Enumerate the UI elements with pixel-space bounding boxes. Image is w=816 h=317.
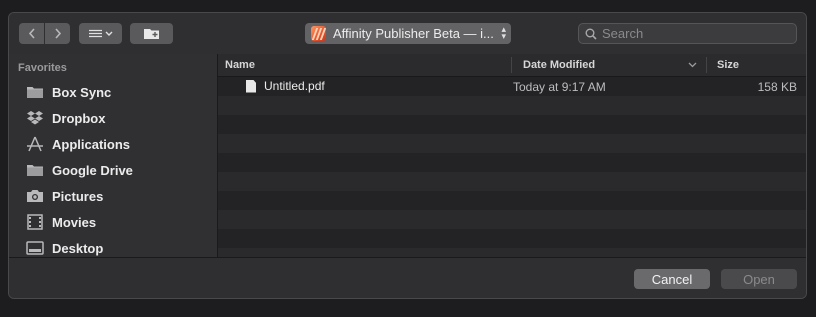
list-view-icon	[88, 29, 112, 37]
toolbar: Affinity Publisher Beta — i... ▴ ▾	[9, 13, 806, 54]
empty-row	[218, 153, 806, 172]
column-header-size[interactable]: Size	[717, 59, 739, 71]
sidebar-item-box-sync[interactable]: Box Sync	[25, 80, 111, 104]
sidebar-item-label: Applications	[52, 136, 131, 152]
folder-icon	[25, 84, 45, 100]
applications-icon	[25, 136, 45, 152]
sidebar-section-favorites: Favorites	[18, 62, 67, 74]
sidebar-item-label: Dropbox	[52, 110, 106, 126]
sidebar-item-pictures[interactable]: Pictures	[25, 184, 103, 208]
empty-row	[218, 115, 806, 134]
empty-row	[218, 191, 806, 210]
empty-row	[218, 96, 806, 115]
film-icon	[25, 214, 45, 230]
empty-row	[218, 210, 806, 229]
column-header: Name Date Modified Size	[218, 54, 806, 77]
sidebar-item-label: Pictures	[52, 188, 104, 204]
new-folder-icon	[143, 29, 159, 39]
sidebar-item-desktop[interactable]: Desktop	[25, 236, 103, 257]
file-name: Untitled.pdf	[264, 79, 325, 93]
sidebar-item-label: Desktop	[52, 240, 104, 256]
affinity-publisher-icon	[311, 26, 326, 41]
view-options-button[interactable]	[79, 23, 122, 44]
new-folder-button[interactable]	[130, 23, 173, 44]
file-row[interactable]: Untitled.pdf Today at 9:17 AM 158 KB	[218, 77, 806, 96]
sidebar-item-label: Movies	[52, 214, 97, 230]
pdf-document-icon	[246, 79, 256, 93]
cancel-button[interactable]: Cancel	[634, 269, 710, 289]
search-icon	[585, 28, 597, 40]
location-popup[interactable]: Affinity Publisher Beta — i... ▴ ▾	[305, 23, 511, 44]
sidebar: Favorites Box Sync Dropbox Applications	[9, 54, 218, 257]
empty-row	[218, 248, 806, 257]
file-name-cell: Untitled.pdf	[246, 79, 325, 93]
search-input[interactable]	[602, 26, 782, 41]
forward-button[interactable]	[45, 23, 70, 44]
sort-chevron-down-icon	[688, 62, 697, 68]
camera-icon	[25, 188, 45, 204]
desktop-icon	[25, 240, 45, 256]
empty-row	[218, 229, 806, 248]
folder-icon	[25, 162, 45, 178]
sidebar-item-label: Box Sync	[52, 84, 112, 100]
column-divider	[511, 57, 512, 73]
chevron-left-icon	[28, 28, 35, 39]
back-button[interactable]	[19, 23, 44, 44]
sidebar-item-movies[interactable]: Movies	[25, 210, 96, 234]
file-rows: Untitled.pdf Today at 9:17 AM 158 KB	[218, 77, 806, 257]
search-field[interactable]	[578, 23, 797, 44]
column-header-name[interactable]: Name	[225, 59, 255, 71]
sidebar-item-dropbox[interactable]: Dropbox	[25, 106, 105, 130]
dropbox-icon	[25, 110, 45, 126]
updown-chevron-icon: ▴ ▾	[501, 24, 506, 41]
file-list: Name Date Modified Size Untitled.pdf Tod…	[218, 54, 806, 257]
file-date: Today at 9:17 AM	[513, 80, 606, 94]
sidebar-item-label: Google Drive	[52, 162, 133, 178]
file-size: 158 KB	[757, 80, 797, 94]
empty-row	[218, 134, 806, 153]
column-divider	[706, 57, 707, 73]
location-label: Affinity Publisher Beta — i...	[333, 26, 494, 41]
column-header-date-modified[interactable]: Date Modified	[523, 59, 595, 71]
open-file-dialog: Affinity Publisher Beta — i... ▴▾ Favori…	[8, 12, 807, 299]
chevron-right-icon	[54, 28, 61, 39]
sidebar-item-google-drive[interactable]: Google Drive	[25, 158, 133, 182]
open-button[interactable]: Open	[721, 269, 797, 289]
sidebar-item-applications[interactable]: Applications	[25, 132, 130, 156]
bottom-bar: Cancel Open	[9, 257, 806, 298]
empty-row	[218, 172, 806, 191]
